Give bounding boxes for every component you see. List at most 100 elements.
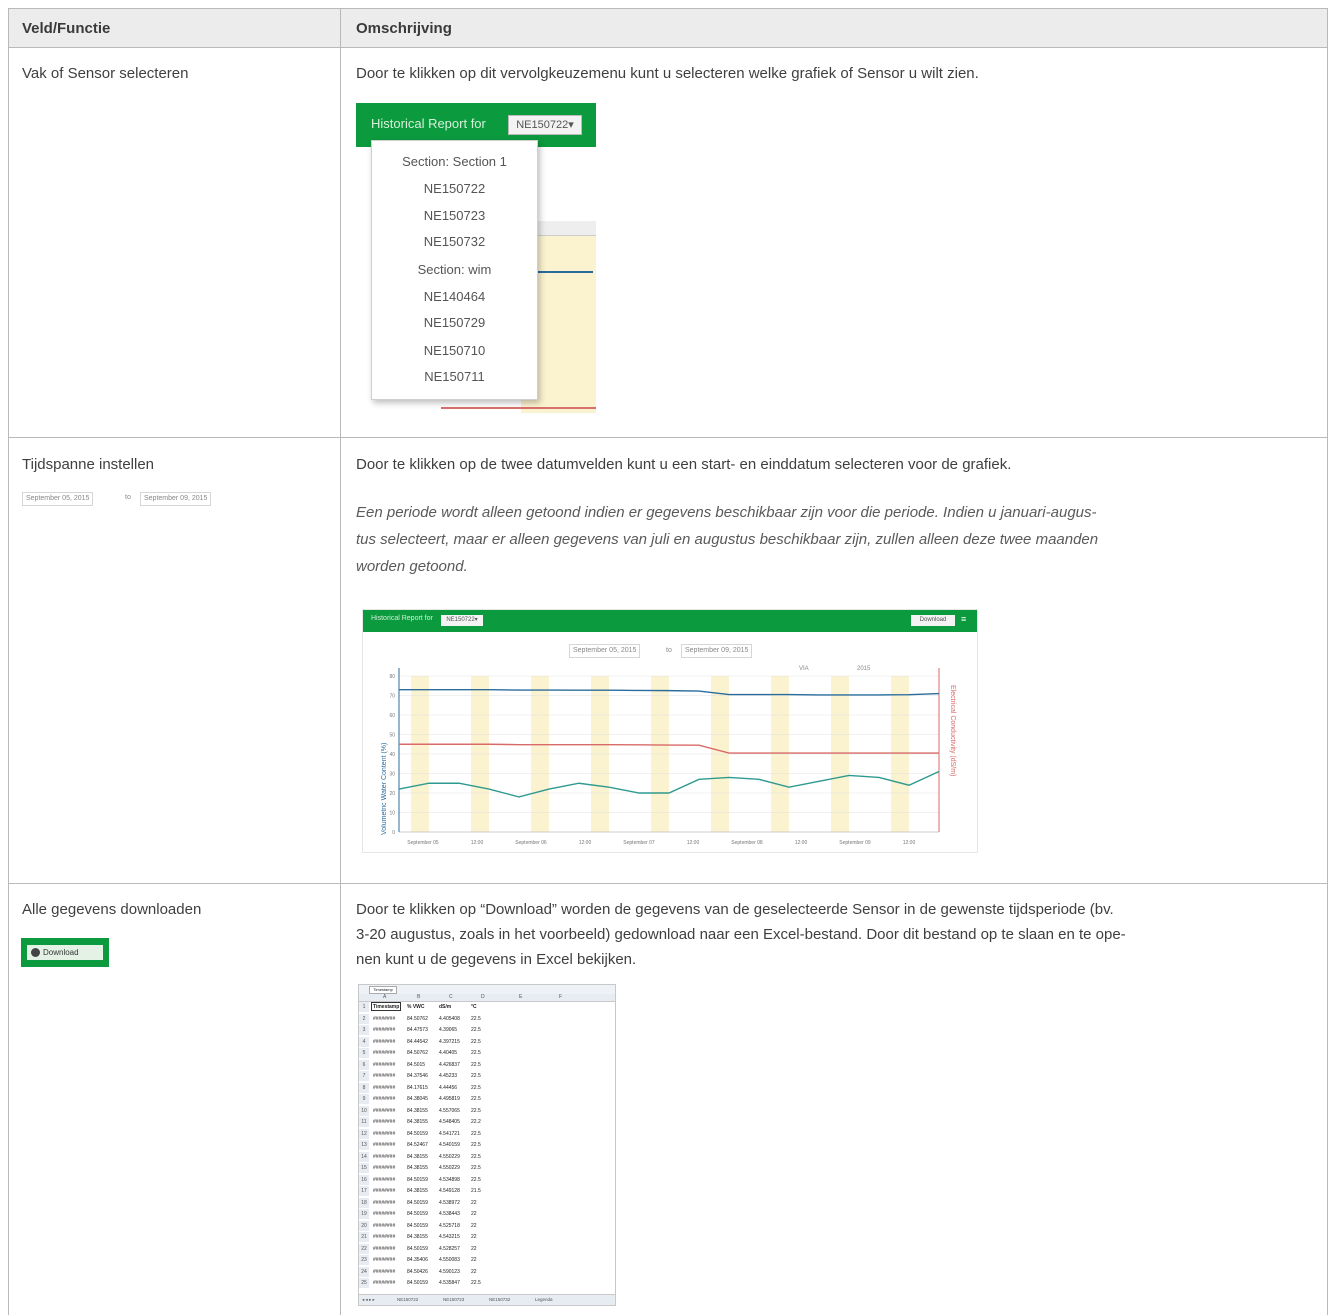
excel-cell[interactable]: 22 [471, 1198, 477, 1208]
dropdown-option[interactable]: NE150710 [372, 343, 537, 358]
excel-cell[interactable]: 4.550083 [439, 1255, 460, 1265]
excel-row-number[interactable]: 8 [359, 1082, 369, 1093]
excel-column-letter[interactable]: C [449, 994, 453, 1000]
excel-row-number[interactable]: 5 [359, 1048, 369, 1058]
dropdown-option[interactable]: NE140464 [372, 289, 537, 304]
excel-cell[interactable]: ######## [373, 1140, 395, 1150]
excel-cell[interactable]: 22.5 [471, 1140, 481, 1150]
excel-cell[interactable]: 4.590123 [439, 1267, 460, 1277]
excel-cell[interactable]: 22 [471, 1221, 477, 1231]
excel-column-letter[interactable]: F [559, 994, 562, 1000]
excel-cell[interactable]: 84.50159 [407, 1175, 428, 1185]
excel-cell[interactable]: 22 [471, 1244, 477, 1254]
excel-cell[interactable]: 21.5 [471, 1186, 481, 1196]
end-date-field[interactable]: September 09, 2015 [140, 492, 212, 506]
excel-cell[interactable]: 84.17615 [407, 1083, 428, 1093]
excel-cell[interactable]: 84.38155 [407, 1117, 428, 1127]
excel-cell[interactable]: ######## [373, 1255, 395, 1265]
excel-cell[interactable]: ######## [373, 1175, 395, 1185]
excel-cell[interactable]: 4.550229 [439, 1163, 460, 1173]
excel-cell[interactable]: 22 [471, 1267, 477, 1277]
excel-row-number[interactable]: 1 [359, 1002, 369, 1012]
excel-cell[interactable]: ######## [373, 1060, 395, 1070]
excel-row-number[interactable]: 11 [359, 1117, 369, 1127]
excel-cell[interactable]: 84.44542 [407, 1037, 428, 1047]
excel-cell[interactable]: 4.405408 [439, 1014, 460, 1024]
excel-cell[interactable]: 84.38155 [407, 1152, 428, 1162]
excel-cell[interactable]: 22.5 [471, 1083, 481, 1093]
excel-row-number[interactable]: 17 [359, 1186, 369, 1196]
excel-cell[interactable]: 84.50762 [407, 1014, 428, 1024]
excel-sheet-tab[interactable]: NE150732 [489, 1297, 510, 1302]
excel-cell[interactable]: 22.5 [471, 1129, 481, 1139]
excel-cell[interactable]: 4.39065 [439, 1025, 457, 1035]
excel-cell[interactable]: 22.5 [471, 1106, 481, 1116]
dropdown-option[interactable]: NE150729 [372, 315, 537, 330]
excel-cell[interactable]: 4.548405 [439, 1117, 460, 1127]
excel-row-number[interactable]: 25 [359, 1278, 369, 1288]
excel-column-letter[interactable]: A [383, 994, 386, 1000]
excel-cell[interactable]: 84.50159 [407, 1278, 428, 1288]
excel-cell[interactable]: 22.5 [471, 1014, 481, 1024]
excel-cell[interactable]: 4.45233 [439, 1071, 457, 1081]
excel-cell[interactable]: ######## [373, 1083, 395, 1093]
excel-row-number[interactable]: 4 [359, 1036, 369, 1047]
excel-cell[interactable]: 84.38155 [407, 1232, 428, 1242]
excel-cell[interactable]: 84.37546 [407, 1071, 428, 1081]
excel-cell[interactable]: ######## [373, 1198, 395, 1208]
excel-row-number[interactable]: 9 [359, 1094, 369, 1104]
excel-row-number[interactable]: 6 [359, 1059, 369, 1070]
download-button-inner[interactable]: Download [27, 945, 103, 960]
excel-column-letter[interactable]: D [481, 994, 485, 1000]
download-button-example[interactable]: Download [21, 938, 109, 967]
excel-cell[interactable]: 84.38155 [407, 1106, 428, 1116]
excel-cell[interactable]: 84.38155 [407, 1163, 428, 1173]
excel-cell[interactable]: 84.47573 [407, 1025, 428, 1035]
excel-cell[interactable]: 4.540159 [439, 1140, 460, 1150]
excel-cell[interactable]: 22.5 [471, 1175, 481, 1185]
excel-row-number[interactable]: 23 [359, 1255, 369, 1265]
excel-cell[interactable]: 4.541721 [439, 1129, 460, 1139]
excel-cell[interactable]: ######## [373, 1071, 395, 1081]
excel-cell[interactable]: ######## [373, 1094, 395, 1104]
excel-cell[interactable]: 84.5015 [407, 1060, 425, 1070]
excel-cell[interactable]: 84.50159 [407, 1244, 428, 1254]
excel-cell[interactable]: 84.38155 [407, 1186, 428, 1196]
excel-cell[interactable]: 84.50159 [407, 1221, 428, 1231]
excel-row-number[interactable]: 14 [359, 1151, 369, 1162]
excel-cell[interactable]: 84.50159 [407, 1129, 428, 1139]
excel-cell[interactable]: 84.50159 [407, 1198, 428, 1208]
excel-row-number[interactable]: 24 [359, 1266, 369, 1277]
excel-cell[interactable]: 4.549128 [439, 1186, 460, 1196]
excel-cell[interactable]: Timestamp [373, 1002, 399, 1012]
excel-row-number[interactable]: 21 [359, 1232, 369, 1242]
excel-row-number[interactable]: 19 [359, 1209, 369, 1219]
excel-column-letter[interactable]: B [417, 994, 420, 1000]
excel-row-number[interactable]: 3 [359, 1025, 369, 1035]
excel-cell[interactable]: 4.528257 [439, 1244, 460, 1254]
excel-sheet-tab[interactable]: NE150722 [397, 1297, 418, 1302]
excel-cell[interactable]: 4.534898 [439, 1175, 460, 1185]
dropdown-option[interactable]: NE150732 [372, 234, 537, 249]
excel-cell[interactable]: ######## [373, 1117, 395, 1127]
excel-row-number[interactable]: 7 [359, 1071, 369, 1081]
excel-cell[interactable]: 22.5 [471, 1025, 481, 1035]
excel-row-number[interactable]: 18 [359, 1197, 369, 1208]
excel-cell[interactable]: 22 [471, 1255, 477, 1265]
excel-row-number[interactable]: 16 [359, 1174, 369, 1185]
excel-cell[interactable]: 84.50159 [407, 1209, 428, 1219]
dropdown-option[interactable]: NE150711 [372, 369, 537, 384]
excel-cell[interactable]: 22.5 [471, 1152, 481, 1162]
excel-cell[interactable]: 84.50762 [407, 1048, 428, 1058]
excel-sheet-tab[interactable]: NE150723 [443, 1297, 464, 1302]
excel-column-letter[interactable]: E [519, 994, 522, 1000]
excel-cell[interactable]: 4.40405 [439, 1048, 457, 1058]
excel-row-number[interactable]: 13 [359, 1140, 369, 1150]
excel-cell[interactable]: 4.538443 [439, 1209, 460, 1219]
excel-cell[interactable]: 22 [471, 1209, 477, 1219]
excel-cell[interactable]: 4.557065 [439, 1106, 460, 1116]
excel-cell[interactable]: 22.5 [471, 1071, 481, 1081]
excel-cell[interactable]: ######## [373, 1278, 395, 1288]
excel-cell[interactable]: 4.543215 [439, 1232, 460, 1242]
excel-cell[interactable]: °C [471, 1002, 477, 1012]
